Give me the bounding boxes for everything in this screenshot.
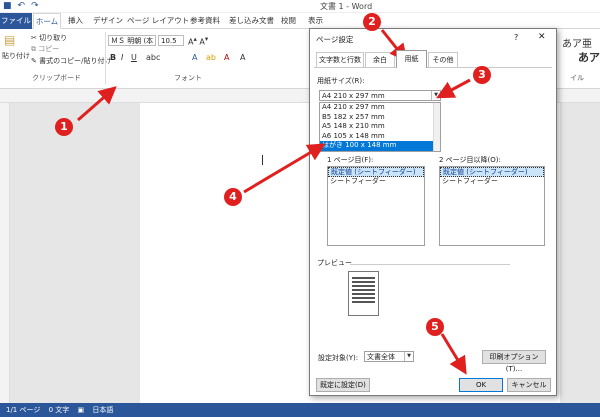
annotation-badge-1: 1 xyxy=(55,118,73,136)
arrow-4 xyxy=(243,143,326,194)
arrow-5 xyxy=(440,333,467,375)
annotation-badge-3: 3 xyxy=(473,66,491,84)
arrow-1 xyxy=(77,86,117,122)
arrow-3 xyxy=(436,78,471,99)
tab-paper[interactable]: 用紙 xyxy=(396,50,427,68)
annotation-badge-5: 5 xyxy=(426,318,444,336)
annotation-badge-2: 2 xyxy=(363,13,381,31)
annotation-arrows xyxy=(77,29,471,375)
annotation-badge-4: 4 xyxy=(224,188,242,206)
